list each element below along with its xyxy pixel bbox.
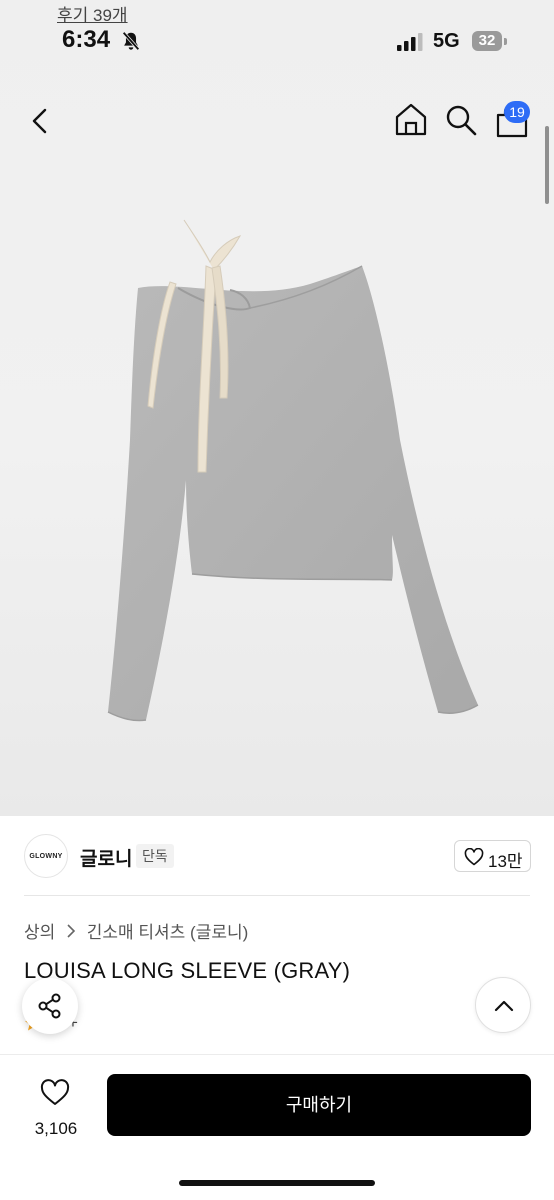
status-time: 6:34	[62, 26, 111, 53]
chevron-left-icon[interactable]	[22, 103, 58, 139]
heart-icon	[464, 848, 484, 866]
brand-like-count: 13만	[488, 852, 523, 871]
search-icon[interactable]	[442, 101, 480, 139]
buy-button[interactable]: 구매하기	[107, 1074, 531, 1136]
network-type: 5G	[433, 30, 460, 52]
chevron-up-icon	[494, 1000, 514, 1012]
breadcrumb-level2[interactable]: 긴소매 티셔츠 (글로니)	[87, 923, 249, 942]
brand-logo[interactable]: GLOWNY	[24, 834, 68, 878]
bell-off-icon	[122, 31, 140, 51]
product-photo	[107, 219, 479, 722]
wishlist-count: 3,106	[34, 1119, 78, 1138]
divider	[24, 895, 530, 896]
brand-like-button[interactable]: 13만	[454, 840, 531, 872]
battery-icon: 32	[472, 31, 502, 51]
battery-cap	[504, 38, 507, 45]
brand-name[interactable]: 글로니	[80, 844, 132, 871]
chevron-right-icon	[67, 923, 76, 938]
bottom-bar: 3,106 구매하기	[0, 1054, 554, 1200]
exclusive-badge: 단독	[136, 844, 174, 868]
wishlist-button[interactable]: 3,106	[24, 1075, 88, 1145]
breadcrumb-level1[interactable]: 상의	[24, 923, 55, 942]
top-nav	[0, 95, 554, 145]
scrollbar[interactable]	[545, 126, 549, 204]
heart-icon	[40, 1079, 70, 1105]
cart-count-badge: 19	[504, 101, 530, 123]
brand-row[interactable]: GLOWNY 글로니 단독 13만	[0, 828, 554, 884]
review-count-link[interactable]: 후기 39개	[57, 1, 128, 26]
share-icon	[38, 993, 61, 1019]
signal-icon	[397, 33, 423, 51]
home-indicator[interactable]	[179, 1180, 375, 1186]
product-title: LOUISA LONG SLEEVE (GRAY)	[24, 958, 351, 983]
home-icon[interactable]	[392, 101, 430, 139]
scroll-to-top-button[interactable]	[475, 977, 531, 1033]
breadcrumb: 상의 긴소매 티셔츠 (글로니)	[24, 918, 248, 943]
share-button[interactable]	[22, 978, 78, 1034]
